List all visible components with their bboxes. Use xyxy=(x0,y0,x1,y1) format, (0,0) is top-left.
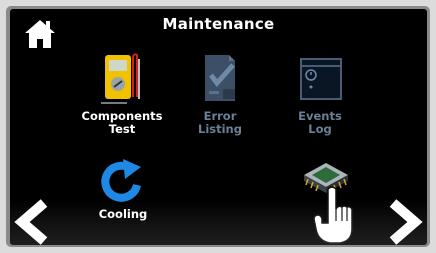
chevron-right-icon[interactable] xyxy=(385,199,423,245)
components-test-button[interactable]: Components Test xyxy=(72,51,172,136)
multimeter-icon xyxy=(101,53,140,104)
events-log-label-2: Log xyxy=(308,122,332,136)
chip-button[interactable] xyxy=(292,157,372,245)
events-log-button[interactable]: Events Log xyxy=(280,51,360,136)
touch-screen: Maintenance Components Test Error Listin… xyxy=(10,9,427,245)
refresh-icon xyxy=(101,159,141,202)
page-title: Maintenance xyxy=(162,15,275,33)
pointing-hand-icon xyxy=(313,186,353,244)
cooling-button[interactable]: Cooling xyxy=(86,157,160,221)
events-log-icon xyxy=(300,58,342,100)
chevron-left-icon[interactable] xyxy=(14,199,52,245)
error-listing-icon xyxy=(205,55,235,101)
home-icon[interactable] xyxy=(22,15,58,51)
error-listing-button[interactable]: Error Listing xyxy=(180,51,260,136)
error-listing-label-2: Listing xyxy=(198,122,242,136)
components-test-label-2: Test xyxy=(108,122,136,136)
cooling-label: Cooling xyxy=(98,207,148,221)
